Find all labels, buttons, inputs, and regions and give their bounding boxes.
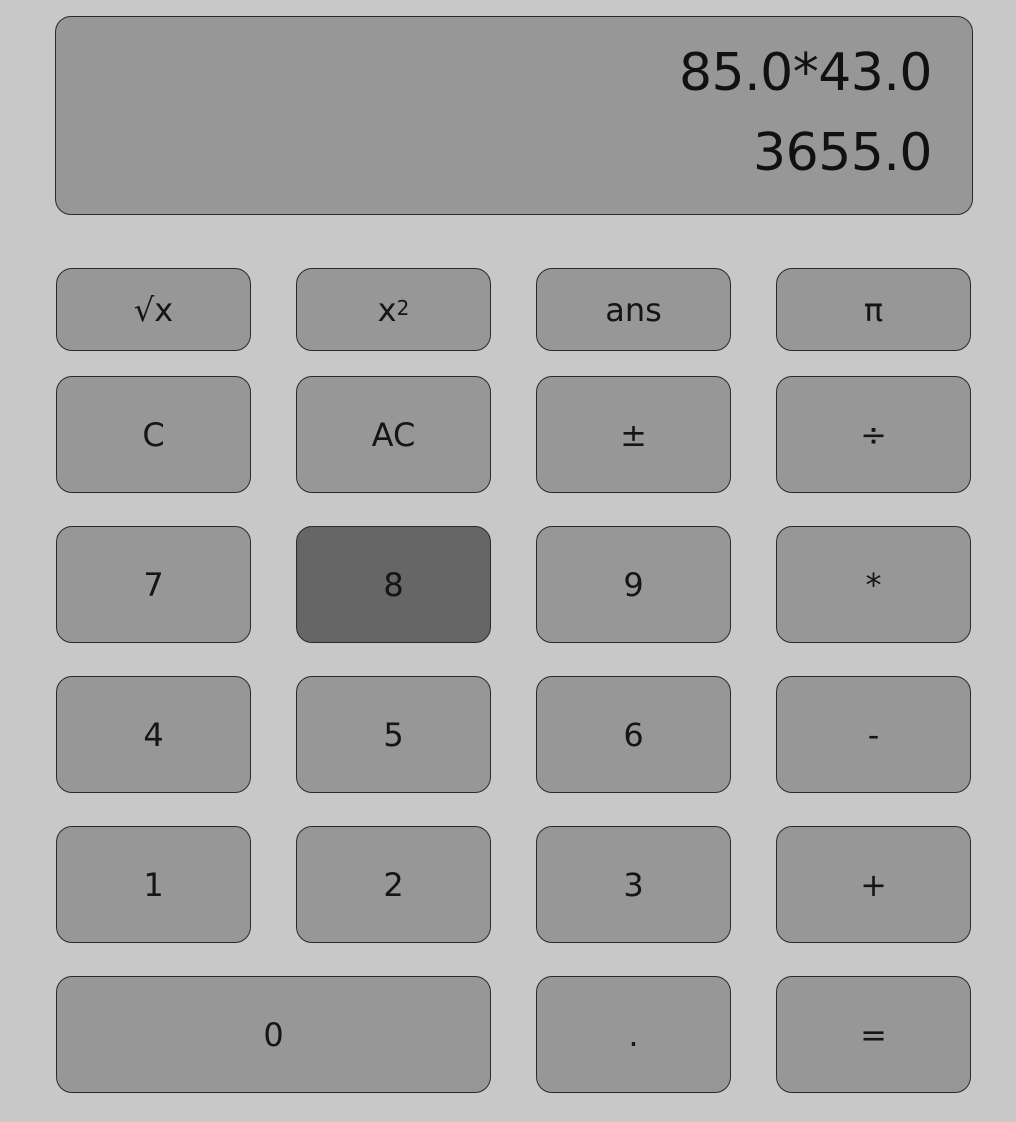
- digit-1-button[interactable]: 1: [56, 826, 251, 943]
- add-button[interactable]: +: [776, 826, 971, 943]
- sqrt-button[interactable]: √x: [56, 268, 251, 351]
- digit-5-button[interactable]: 5: [296, 676, 491, 793]
- plus-minus-button[interactable]: ±: [536, 376, 731, 493]
- digit-3-button[interactable]: 3: [536, 826, 731, 943]
- equals-button[interactable]: =: [776, 976, 971, 1093]
- square-base-label: x: [377, 290, 397, 329]
- expression-readout: 85.0*43.0: [678, 43, 933, 103]
- digit-8-button[interactable]: 8: [296, 526, 491, 643]
- digit-4-button[interactable]: 4: [56, 676, 251, 793]
- divide-button[interactable]: ÷: [776, 376, 971, 493]
- square-button[interactable]: x2: [296, 268, 491, 351]
- result-readout: 3655.0: [753, 123, 932, 183]
- digit-9-button[interactable]: 9: [536, 526, 731, 643]
- clear-button[interactable]: C: [56, 376, 251, 493]
- decimal-button[interactable]: .: [536, 976, 731, 1093]
- pi-button[interactable]: π: [776, 268, 971, 351]
- digit-6-button[interactable]: 6: [536, 676, 731, 793]
- subtract-button[interactable]: -: [776, 676, 971, 793]
- ans-button[interactable]: ans: [536, 268, 731, 351]
- all-clear-button[interactable]: AC: [296, 376, 491, 493]
- calculator: 85.0*43.0 3655.0 √x x2 ans π C AC ± ÷ 7 …: [0, 0, 1016, 1122]
- digit-7-button[interactable]: 7: [56, 526, 251, 643]
- multiply-button[interactable]: *: [776, 526, 971, 643]
- digit-2-button[interactable]: 2: [296, 826, 491, 943]
- calculator-display: 85.0*43.0 3655.0: [55, 16, 973, 215]
- digit-0-button[interactable]: 0: [56, 976, 491, 1093]
